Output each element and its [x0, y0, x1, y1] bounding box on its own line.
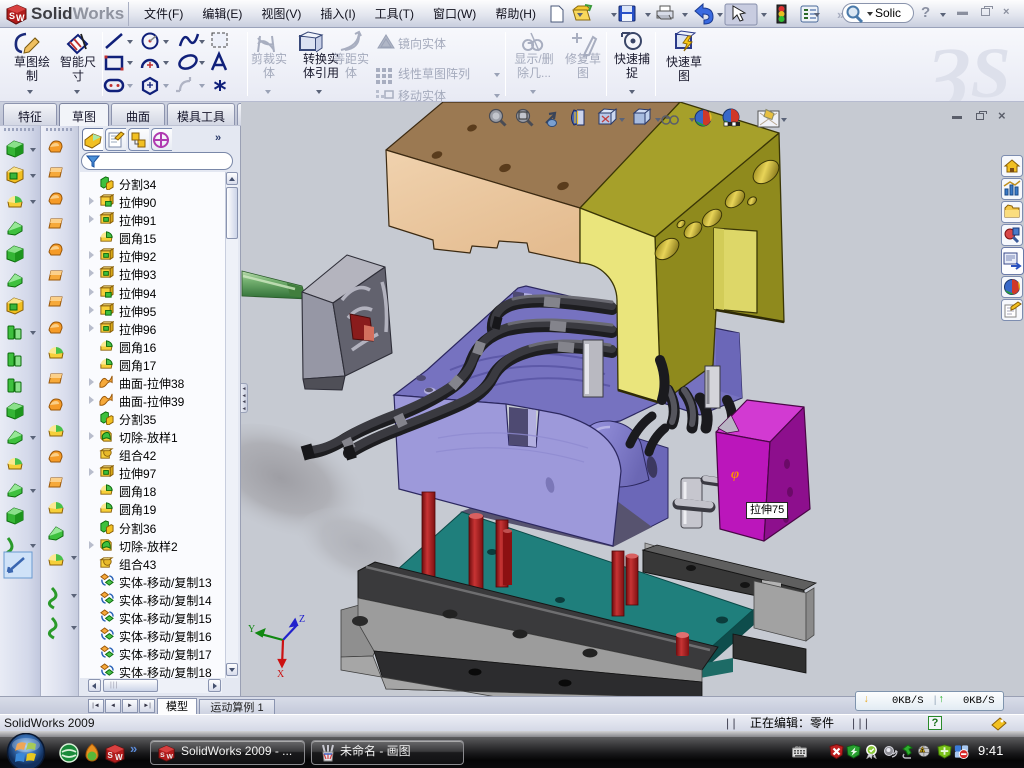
svg-text:W: W	[16, 13, 25, 23]
svg-text:W: W	[115, 753, 123, 762]
svg-text:键盘: 键盘	[795, 746, 801, 750]
svg-text:φ: φ	[731, 467, 739, 482]
svg-text:S: S	[160, 752, 165, 759]
svg-text:W: W	[167, 754, 174, 761]
svg-text:Z: Z	[299, 614, 305, 625]
svg-text:Y: Y	[248, 624, 255, 635]
svg-text:S: S	[108, 751, 114, 760]
svg-text:X: X	[277, 669, 285, 680]
svg-text:S: S	[9, 11, 15, 21]
